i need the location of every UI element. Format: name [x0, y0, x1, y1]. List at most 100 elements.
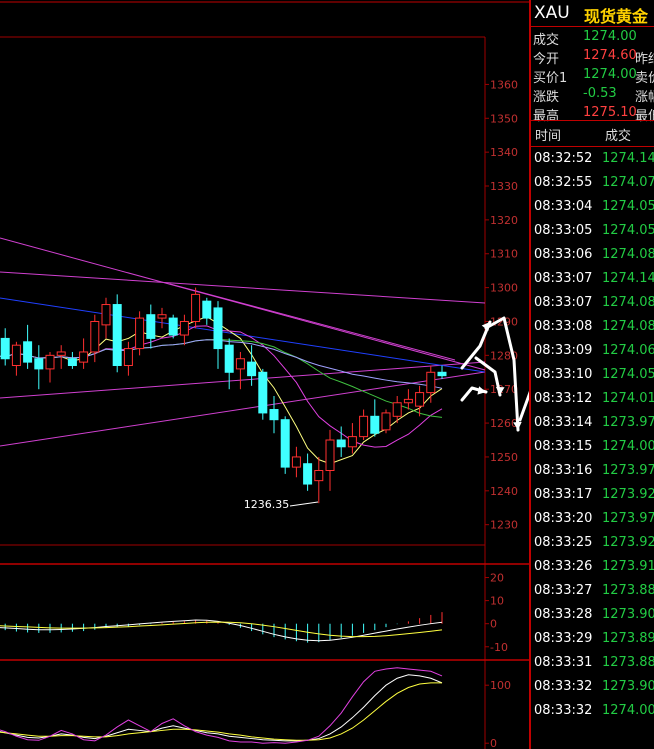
annotation-arrow	[518, 390, 529, 422]
tick-time: 08:33:10	[534, 367, 593, 382]
candle	[202, 300, 212, 319]
candle	[235, 358, 245, 370]
tick-row: 08:32:55 1274.07	[531, 172, 654, 196]
tick-price: 1273.88	[602, 583, 654, 598]
price-tick-label: 1270	[490, 383, 518, 396]
tick-time: 08:33:15	[534, 439, 593, 454]
quote-panel: XAU 现货黄金 成交1274.00今开1274.60昨结买价11274.00卖…	[529, 0, 654, 749]
candle	[247, 361, 257, 377]
candle	[213, 307, 223, 350]
tick-row: 08:33:32 1273.90	[531, 676, 654, 700]
tick-time: 08:32:55	[534, 175, 593, 190]
tick-row: 08:33:27 1273.88	[531, 580, 654, 604]
tick-price: 1274.06	[602, 343, 654, 358]
tick-price: 1274.00	[602, 703, 654, 718]
candle	[258, 371, 268, 414]
candle	[112, 304, 122, 367]
candle	[90, 320, 100, 353]
tick-row: 08:33:29 1273.89	[531, 628, 654, 652]
candle	[0, 337, 10, 360]
quote-value: 1275.10	[583, 105, 637, 120]
candle	[179, 320, 189, 336]
candle	[123, 348, 133, 367]
tick-price: 1274.05	[602, 223, 654, 238]
price-tick-label: 1320	[490, 214, 518, 227]
tick-row: 08:33:09 1274.06	[531, 340, 654, 364]
tick-row: 08:33:07 1274.08	[531, 292, 654, 316]
tick-price: 1273.88	[602, 655, 654, 670]
tick-price: 1274.08	[602, 247, 654, 262]
tick-time: 08:33:14	[534, 415, 593, 430]
tick-price: 1273.89	[602, 631, 654, 646]
candle	[403, 398, 413, 404]
tick-price: 1273.90	[602, 679, 654, 694]
tick-time: 08:33:20	[534, 511, 593, 526]
symbol: XAU	[534, 3, 570, 23]
tick-row: 08:33:32 1274.00	[531, 700, 654, 724]
divider	[531, 146, 654, 147]
price-tick-label: 1350	[490, 112, 518, 125]
price-tick-label: 1250	[490, 451, 518, 464]
tick-time: 08:33:29	[534, 631, 593, 646]
kdj-j-line	[0, 667, 443, 744]
price-tick-label: 1300	[490, 282, 518, 295]
tick-time: 08:33:07	[534, 295, 593, 310]
tick-row: 08:33:10 1274.05	[531, 364, 654, 388]
tick-price: 1274.08	[602, 319, 654, 334]
candle	[392, 402, 402, 417]
tick-time: 08:33:08	[534, 319, 593, 334]
tick-row: 08:33:06 1274.08	[531, 244, 654, 268]
macd-tick-label: -10	[490, 641, 508, 654]
trend-line	[169, 283, 456, 361]
candle	[347, 436, 357, 448]
tick-time: 08:33:32	[534, 703, 593, 718]
candle	[426, 371, 436, 394]
price-tick-label: 1340	[490, 146, 518, 159]
tick-row: 08:33:08 1274.08	[531, 316, 654, 340]
tick-row: 08:33:20 1273.97	[531, 508, 654, 532]
tick-price: 1274.00	[602, 439, 654, 454]
tick-price: 1274.08	[602, 295, 654, 310]
candle	[67, 358, 77, 367]
tick-row: 08:33:31 1273.88	[531, 652, 654, 676]
candle	[381, 412, 391, 431]
tick-price: 1273.92	[602, 487, 654, 502]
tick-price: 1273.97	[602, 415, 654, 430]
tick-price: 1274.14	[602, 151, 654, 166]
instrument-header: XAU 现货黄金	[531, 0, 654, 27]
tick-time: 08:32:52	[534, 151, 593, 166]
tick-time: 08:33:05	[534, 223, 593, 238]
tick-time: 08:33:27	[534, 583, 593, 598]
tick-price: 1274.01	[602, 391, 654, 406]
price-tick-label: 1330	[490, 180, 518, 193]
tick-price: 1273.92	[602, 535, 654, 550]
tick-price: 1273.97	[602, 463, 654, 478]
macd-dif-line	[0, 619, 443, 642]
tick-row: 08:33:14 1273.97	[531, 412, 654, 436]
candle	[146, 314, 156, 339]
price-tick-label: 1260	[490, 417, 518, 430]
candle	[101, 304, 111, 326]
candle	[336, 439, 346, 448]
macd-tick-label: 10	[490, 595, 504, 608]
quote-value: 1274.00	[583, 67, 637, 82]
ticks-header: 时间 成交	[531, 122, 654, 144]
tick-price: 1274.05	[602, 367, 654, 382]
tick-row: 08:33:25 1273.92	[531, 532, 654, 556]
tick-price: 1273.90	[602, 607, 654, 622]
trend-line	[0, 271, 486, 304]
tick-time: 08:33:28	[534, 607, 593, 622]
candle	[224, 344, 234, 373]
candle	[280, 419, 290, 468]
divider	[531, 120, 654, 121]
candle	[437, 371, 447, 377]
tick-time: 08:33:09	[534, 343, 593, 358]
ticks-price-header: 成交	[605, 129, 632, 144]
candle	[415, 392, 425, 407]
tick-row: 08:33:15 1274.00	[531, 436, 654, 460]
tick-row: 08:33:26 1273.91	[531, 556, 654, 580]
candle	[79, 351, 89, 363]
candle	[291, 456, 301, 468]
tick-row: 08:33:04 1274.05	[531, 196, 654, 220]
price-tick-label: 1230	[490, 519, 518, 532]
